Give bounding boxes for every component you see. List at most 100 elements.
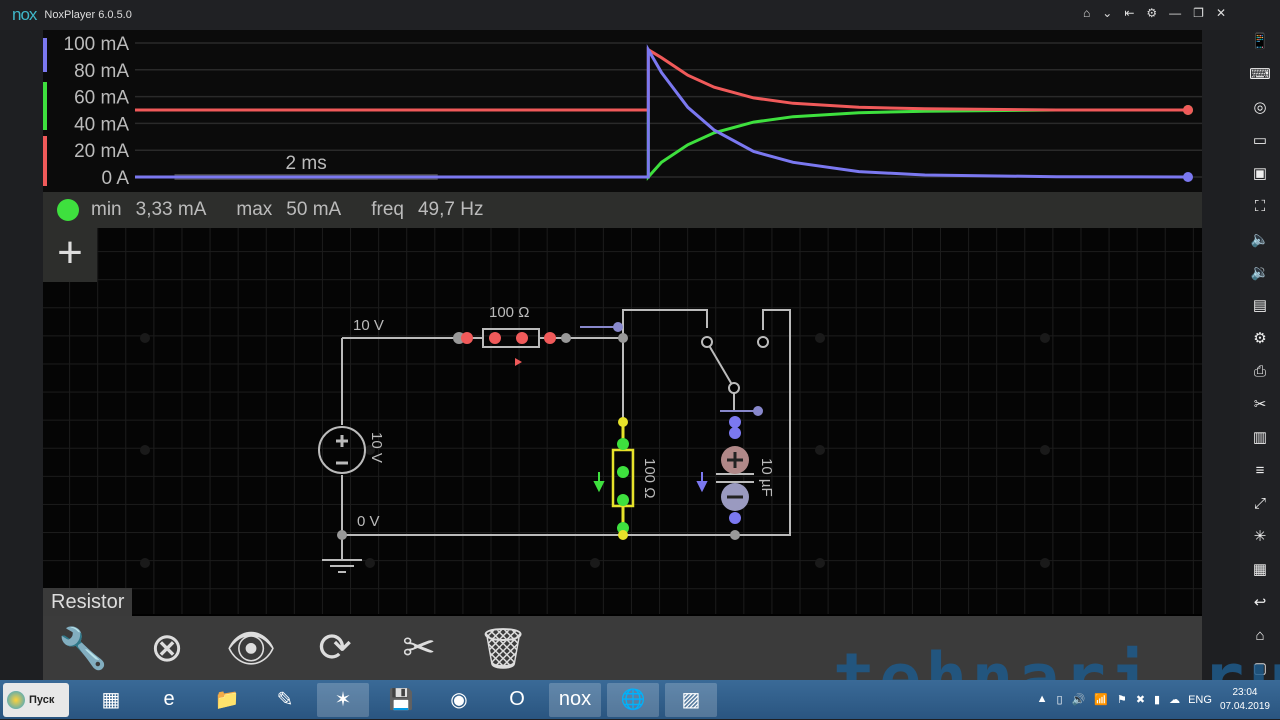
measurement-bar: min 3,33 mA max 50 mA freq 49,7 Hz	[43, 192, 1202, 228]
sidebar-tool-icon[interactable]: ⎙	[1254, 360, 1266, 383]
window-controls: ⌂ ⌄ ⇤ ⚙ — ❐ ✕	[1083, 6, 1226, 20]
view-icon[interactable]: 👁	[225, 625, 277, 672]
y-tick-label: 100 mA	[64, 34, 130, 55]
tray-icon[interactable]: ✖	[1136, 693, 1145, 706]
circuit-diagram: 10 V 0 V 100 Ω 10 V 100 Ω 10 µF	[140, 304, 1050, 573]
restore-button[interactable]: ❐	[1193, 6, 1204, 20]
probe-indicator[interactable]	[57, 199, 79, 221]
sidebar-tool-icon[interactable]: 📱	[1251, 30, 1270, 53]
minimize-button[interactable]: —	[1169, 6, 1181, 20]
app-screen: 0 A 20 mA 40 mA 60 mA 80 mA 100 mA 2 ms min 3,…	[43, 30, 1280, 720]
taskbar-app-icon[interactable]: ✶	[317, 682, 369, 717]
start-label: Пуск	[29, 693, 55, 706]
clock-date: 07.04.2019	[1219, 700, 1270, 712]
min-label: min	[91, 199, 122, 220]
windows-taskbar: Пуск ▦ e 📁 ✎ ✶ 💾 ◉ Onox 🌐 ▨ ▲ ▯ 🔊 📶 ⚑ ✖ ▮ ☁ ENG 23:04 07.…	[0, 680, 1280, 719]
taskbar-app-icon[interactable]: 🌐	[607, 682, 659, 717]
sidebar-tool-icon[interactable]: ⤢	[1254, 492, 1266, 515]
selected-component-label: Resistor	[43, 588, 133, 616]
voltage-source	[318, 426, 366, 474]
sidebar-tool-icon[interactable]: 🔉	[1251, 261, 1270, 284]
taskbar-app-icon[interactable]: O	[491, 683, 543, 717]
taskbar-app-icon[interactable]: 📁	[201, 683, 253, 717]
nox-logo: nox	[12, 5, 37, 24]
taskbar-app-icon[interactable]: 💾	[375, 683, 427, 717]
tray-icon[interactable]: ⚑	[1117, 693, 1127, 706]
tray-icon[interactable]: ▮	[1154, 693, 1160, 706]
tray-icon[interactable]: 🔊	[1072, 693, 1086, 706]
y-tick-label: 0 A	[102, 168, 130, 189]
sidebar-tool-icon[interactable]: ⛶	[1255, 195, 1266, 218]
tray-icon[interactable]: ☁	[1169, 693, 1180, 706]
taskbar-app-icon[interactable]: ▦	[85, 683, 137, 717]
node-voltage-top: 10 V	[353, 317, 384, 334]
sidebar-tool-icon[interactable]: ▭	[1253, 129, 1267, 152]
current-arrow-cap	[696, 472, 708, 493]
series-end-marker	[1183, 172, 1193, 182]
max-label: max	[236, 199, 273, 220]
series-color-key	[43, 38, 47, 72]
max-value: 50 mA	[286, 199, 342, 220]
tray-icons: ▲ ▯ 🔊 📶 ⚑ ✖ ▮ ☁	[1037, 693, 1181, 706]
source-value: 10 V	[368, 432, 385, 463]
cut-icon[interactable]: ✂	[393, 625, 445, 671]
menu-chevron-icon[interactable]: ⌄	[1102, 6, 1112, 20]
sidebar-tool-icon[interactable]: ≡	[1256, 459, 1265, 482]
taskbar-app-icon[interactable]: ▨	[665, 682, 717, 717]
min-value: 3,33 mA	[135, 199, 207, 220]
taskbar-app-icon[interactable]: ◉	[433, 683, 485, 717]
sidebar-tool-icon[interactable]: ⚙	[1253, 327, 1266, 350]
language-indicator[interactable]: ENG	[1188, 694, 1212, 706]
r1-label: 100 Ω	[489, 304, 529, 321]
tray-icon[interactable]: ▲	[1037, 693, 1048, 706]
current-chart: 0 A 20 mA 40 mA 60 mA 80 mA 100 mA 2 ms	[43, 30, 1202, 192]
capacitor-label: 10 µF	[758, 458, 775, 497]
y-tick-label: 80 mA	[74, 61, 129, 82]
y-tick-label: 40 mA	[74, 114, 129, 135]
windows-logo-icon	[7, 690, 25, 709]
sidebar-tool-icon[interactable]: ↩	[1254, 591, 1267, 614]
circuit-canvas[interactable]: + 10 V 0 V 100 Ω 10 V 100 Ω 10 µF	[43, 228, 1202, 614]
series-color-key	[43, 82, 47, 130]
clock-time: 23:04	[1232, 686, 1258, 698]
clock[interactable]: 23:04 07.04.2019	[1220, 686, 1270, 714]
settings-icon[interactable]: ⚙	[1146, 6, 1157, 20]
series-end-marker	[1183, 105, 1193, 115]
system-tray: ▲ ▯ 🔊 📶 ⚑ ✖ ▮ ☁ ENG 23:04 07.04.2019	[1037, 680, 1270, 719]
settings-icon[interactable]: 🔧	[57, 625, 109, 672]
sidebar-tool-icon[interactable]: 🔈	[1251, 228, 1270, 251]
pin-icon[interactable]: ⇤	[1124, 6, 1134, 20]
series-color-key	[43, 136, 47, 186]
taskbar-apps: ▦ e 📁 ✎ ✶ 💾 ◉ Onox 🌐 ▨	[79, 682, 717, 717]
tray-icon[interactable]: ▯	[1056, 693, 1062, 706]
start-button[interactable]: Пуск	[3, 682, 69, 717]
sidebar-tool-icon[interactable]: ▤	[1253, 294, 1267, 317]
sidebar-tool-icon[interactable]: ▥	[1253, 426, 1267, 449]
ground-symbol	[322, 535, 362, 573]
series-line	[135, 47, 1188, 112]
sidebar-tool-icon[interactable]: ✂	[1254, 393, 1267, 416]
window-title: NoxPlayer 6.0.5.0	[44, 9, 132, 21]
home-icon[interactable]: ⌂	[1083, 6, 1090, 20]
current-arrow-r2	[593, 472, 605, 493]
node-voltage-bottom: 0 V	[357, 513, 380, 530]
hide-icon[interactable]: ⊗	[141, 625, 193, 671]
delete-icon[interactable]: 🗑	[477, 625, 529, 672]
y-tick-label: 20 mA	[74, 141, 129, 162]
y-tick-label: 60 mA	[74, 88, 129, 109]
taskbar-app-icon[interactable]: e	[143, 683, 195, 717]
sidebar-tool-icon[interactable]: ◎	[1253, 96, 1266, 119]
close-button[interactable]: ✕	[1216, 6, 1226, 20]
sidebar-tool-icon[interactable]: ▣	[1253, 162, 1267, 185]
sidebar-tool-icon[interactable]: ✳	[1254, 525, 1267, 548]
sidebar-tool-icon[interactable]: ⌨	[1249, 63, 1271, 86]
time-scale-label: 2 ms	[286, 153, 327, 174]
r2-label: 100 Ω	[641, 458, 658, 498]
rotate-icon[interactable]: ⟳	[309, 625, 361, 671]
current-arrow-r1	[503, 358, 522, 366]
sidebar-tool-icon[interactable]: ▦	[1253, 558, 1267, 581]
taskbar-app-icon[interactable]: nox	[549, 682, 601, 717]
taskbar-app-icon[interactable]: ✎	[259, 683, 311, 717]
tray-icon[interactable]: 📶	[1094, 693, 1108, 706]
emulator-sidebar: 📱 ⌨ ◎ ▭ ▣ ⛶ 🔈 🔉 ▤ ⚙ ⎙ ✂ ▥ ≡ ⤢ ✳ ▦ ↩ ⌂ ▢	[1240, 0, 1280, 680]
